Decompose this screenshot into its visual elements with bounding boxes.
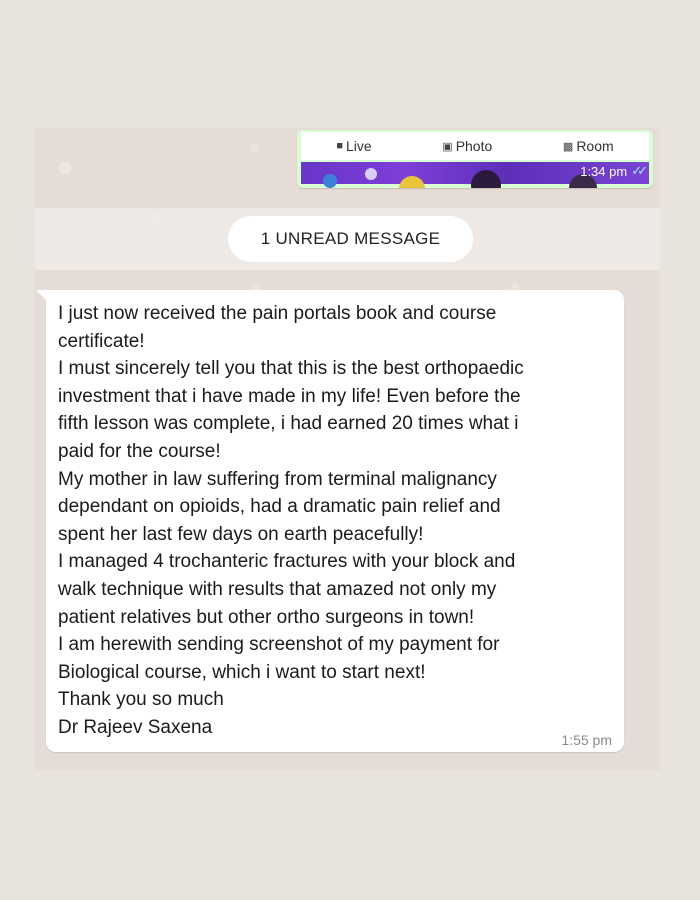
message-line: dependant on opioids, had a dramatic pai… [58,496,501,518]
message-line: patient relatives but other ortho surgeo… [58,606,475,628]
message-line: I managed 4 trochanteric fractures with … [58,551,516,573]
double-check-icon: ✓✓ [631,163,648,178]
sent-image-tab-bar: ■ Live ▣ Photo ▩ Room [301,132,649,160]
video-room-icon: ▩ [562,140,574,153]
tab-live-label: Live [345,138,372,154]
message-line: I am herewith sending screenshot of my p… [58,634,500,656]
message-line: investment that i have made in my life! … [58,385,521,407]
preview-avatar [471,170,501,188]
message-line: spent her last few days on earth peacefu… [58,523,424,545]
message-line: My mother in law suffering from terminal… [58,468,497,490]
message-text[interactable]: I just now received the pain portals boo… [58,300,598,742]
message-line: Dr Rajeev Saxena [58,716,213,738]
photo-icon: ▣ [442,140,453,153]
sent-message-bubble[interactable]: ■ Live ▣ Photo ▩ Room 1:34 pm ✓✓ [297,130,653,188]
message-line: paid for the course! [58,440,221,462]
message-line: walk technique with results that amazed … [58,578,497,600]
unread-message-label: 1 UNREAD MESSAGE [260,229,441,248]
sent-message-time: 1:34 pm [580,163,628,179]
unread-message-divider: 1 UNREAD MESSAGE [228,216,473,262]
message-line: fifth lesson was complete, i had earned … [58,413,519,435]
message-line: I must sincerely tell you that this is t… [58,358,524,380]
tab-room: ▩ Room [563,138,614,154]
preview-avatar [323,174,337,188]
message-line: I just now received the pain portals boo… [58,303,497,324]
message-line: Biological course, which i want to start… [58,661,426,683]
received-message-time: 1:55 pm [561,732,612,748]
video-icon: ■ [336,140,343,152]
tab-live: ■ Live [336,138,371,154]
received-message-bubble[interactable]: I just now received the pain portals boo… [46,290,624,752]
preview-avatar [399,176,425,188]
message-line: certificate! [58,330,145,352]
tab-photo-label: Photo [455,138,493,154]
tab-photo: ▣ Photo [442,138,492,154]
message-line: Thank you so much [58,689,224,711]
preview-avatar [365,168,377,180]
tab-room-label: Room [576,138,614,154]
sent-message-meta: 1:34 pm ✓✓ [580,163,648,179]
